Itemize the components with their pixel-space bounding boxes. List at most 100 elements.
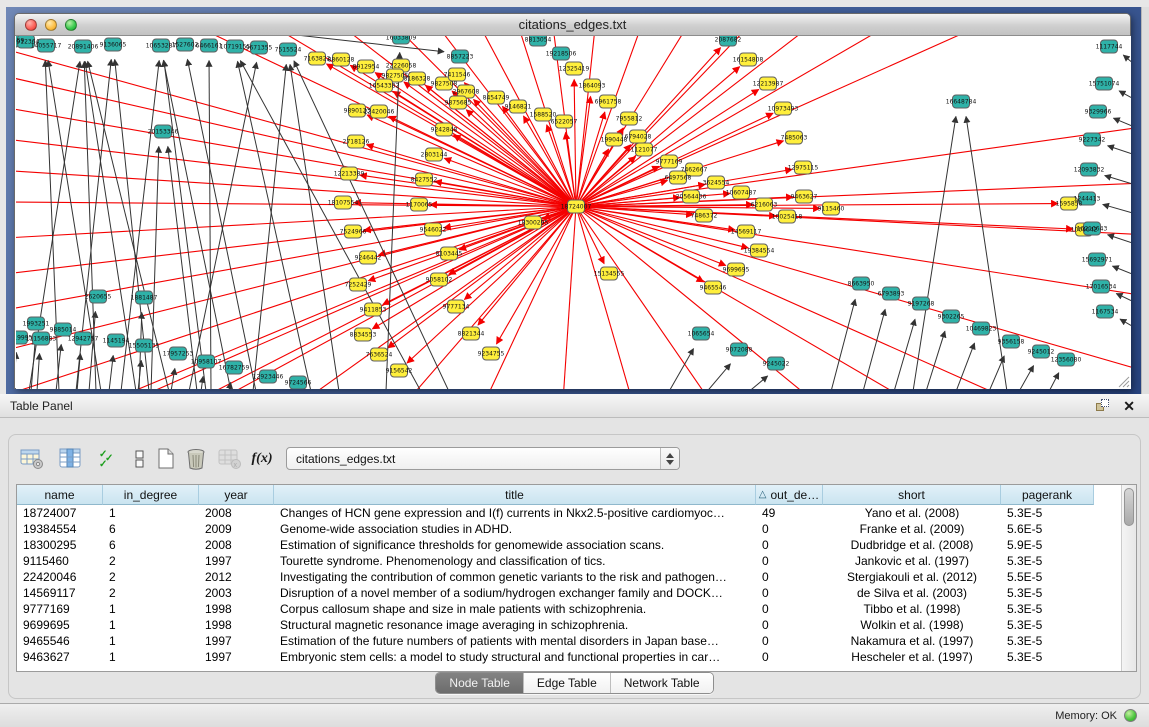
- table-header-row[interactable]: namein_degreeyeartitle△out_de…shortpager…: [17, 485, 1136, 505]
- table-cell[interactable]: 1998: [199, 601, 274, 617]
- red-edge[interactable]: [574, 79, 576, 206]
- black-edge[interactable]: [238, 61, 311, 389]
- table-cell[interactable]: 2009: [199, 521, 274, 537]
- table-row[interactable]: 2242004622012Investigating the contribut…: [17, 569, 1136, 585]
- black-edge[interactable]: [31, 338, 35, 389]
- black-edge[interactable]: [989, 356, 1004, 389]
- column-header-name[interactable]: name: [17, 485, 103, 505]
- red-edge[interactable]: [16, 167, 576, 207]
- black-edge[interactable]: [1112, 266, 1131, 273]
- network-view-window[interactable]: citations_edges.txt 16154808122139871097…: [14, 13, 1131, 389]
- column-header-year[interactable]: year: [199, 485, 274, 505]
- table-cell[interactable]: 2: [103, 553, 199, 569]
- table-cell[interactable]: 5.3E-5: [1001, 633, 1094, 649]
- table-cell[interactable]: 0: [756, 553, 823, 569]
- table-cell[interactable]: 0: [756, 617, 823, 633]
- table-cell[interactable]: Tibbo et al. (1998): [823, 601, 1001, 617]
- table-cell[interactable]: 9463627: [17, 649, 103, 665]
- table-body[interactable]: 1872400712008Changes of HCN gene express…: [17, 505, 1136, 665]
- table-cell[interactable]: 1: [103, 649, 199, 665]
- column-header-in_degree[interactable]: in_degree: [103, 485, 199, 505]
- black-edge[interactable]: [1019, 366, 1034, 389]
- column-header-out_de[interactable]: △out_de…: [756, 485, 823, 505]
- table-cell[interactable]: 5.9E-5: [1001, 537, 1094, 553]
- red-edge[interactable]: [576, 207, 1131, 237]
- table-cell[interactable]: Genome-wide association studies in ADHD.: [274, 521, 756, 537]
- table-cell[interactable]: 6: [103, 537, 199, 553]
- table-row[interactable]: 946554611997Estimation of the future num…: [17, 633, 1136, 649]
- table-cell[interactable]: 6: [103, 521, 199, 537]
- red-edge[interactable]: [576, 207, 731, 390]
- table-cell[interactable]: 49: [756, 505, 823, 521]
- table-cell[interactable]: 5.6E-5: [1001, 521, 1094, 537]
- table-cell[interactable]: Corpus callosum shape and size in male p…: [274, 601, 756, 617]
- black-edge[interactable]: [913, 116, 956, 389]
- table-cell[interactable]: Nakamura et al. (1997): [823, 633, 1001, 649]
- red-edge[interactable]: [576, 207, 1081, 390]
- table-settings-icon[interactable]: [18, 446, 46, 472]
- table-cell[interactable]: Disruption of a novel member of a sodium…: [274, 585, 756, 601]
- table-cell[interactable]: Dudbridge et al. (2008): [823, 537, 1001, 553]
- table-cell[interactable]: 5.3E-5: [1001, 505, 1094, 521]
- table-cell[interactable]: 5.3E-5: [1001, 553, 1094, 569]
- tab-network-table[interactable]: Network Table: [610, 673, 713, 693]
- table-cell[interactable]: 0: [756, 649, 823, 665]
- table-cell[interactable]: Wolkin et al. (1998): [823, 617, 1001, 633]
- table-cell[interactable]: Jankovic et al. (1997): [823, 553, 1001, 569]
- table-tabs[interactable]: Node TableEdge TableNetwork Table: [435, 672, 713, 694]
- tab-node-table[interactable]: Node Table: [436, 673, 523, 693]
- table-cell[interactable]: Franke et al. (2009): [823, 521, 1001, 537]
- table-cell[interactable]: 1: [103, 617, 199, 633]
- right-splitter-strip[interactable]: [1141, 7, 1149, 394]
- table-row[interactable]: 1830029562008Estimation of significance …: [17, 537, 1136, 553]
- table-cell[interactable]: 0: [756, 537, 823, 553]
- close-panel-icon[interactable]: ✕: [1123, 399, 1135, 413]
- black-edge[interactable]: [1116, 294, 1131, 301]
- table-cell[interactable]: 19384554: [17, 521, 103, 537]
- table-cell[interactable]: 0: [756, 585, 823, 601]
- row-check-icon[interactable]: ✓✓✓: [94, 446, 122, 472]
- table-cell[interactable]: 1: [103, 601, 199, 617]
- red-edge[interactable]: [16, 207, 576, 367]
- table-cell[interactable]: 0: [756, 633, 823, 649]
- black-edge[interactable]: [164, 60, 206, 389]
- red-edge[interactable]: [576, 96, 591, 206]
- red-edge[interactable]: [576, 207, 851, 390]
- black-edge[interactable]: [1103, 204, 1131, 212]
- black-edge[interactable]: [894, 319, 915, 389]
- table-cell[interactable]: Embryonic stem cells: a model to study s…: [274, 649, 756, 665]
- table-cell[interactable]: 9465546: [17, 633, 103, 649]
- column-header-short[interactable]: short: [823, 485, 1001, 505]
- black-edge[interactable]: [926, 331, 945, 389]
- table-row[interactable]: 1872400712008Changes of HCN gene express…: [17, 505, 1136, 521]
- resize-grip-icon[interactable]: [1116, 374, 1130, 388]
- node-table[interactable]: namein_degreeyeartitle△out_de…shortpager…: [16, 484, 1137, 672]
- table-row[interactable]: 911546021997Tourette syndrome. Phenomeno…: [17, 553, 1136, 569]
- table-cell[interactable]: 9115460: [17, 553, 103, 569]
- red-edge[interactable]: [388, 207, 576, 348]
- table-cell[interactable]: 1997: [199, 649, 274, 665]
- table-cell[interactable]: Estimation of significance thresholds fo…: [274, 537, 756, 553]
- table-cell[interactable]: 18300295: [17, 537, 103, 553]
- table-cell[interactable]: 2003: [199, 585, 274, 601]
- black-edge[interactable]: [151, 146, 159, 389]
- rows-icon[interactable]: [126, 446, 154, 472]
- table-cell[interactable]: 1: [103, 633, 199, 649]
- table-cell[interactable]: Investigating the contribution of common…: [274, 569, 756, 585]
- black-edge[interactable]: [209, 60, 211, 389]
- float-panel-icon[interactable]: [1096, 399, 1109, 412]
- table-cell[interactable]: 0: [756, 601, 823, 617]
- table-row[interactable]: 977716911998Corpus callosum shape and si…: [17, 601, 1136, 617]
- table-cell[interactable]: 22420046: [17, 569, 103, 585]
- table-row[interactable]: 946362711997Embryonic stem cells: a mode…: [17, 649, 1136, 665]
- table-cell[interactable]: 5.3E-5: [1001, 617, 1094, 633]
- citation-graph[interactable]: 1615480812213987109734937485063129751159…: [16, 36, 1131, 389]
- red-edge[interactable]: [367, 115, 576, 207]
- red-edge[interactable]: [576, 36, 1101, 207]
- column-header-pagerank[interactable]: pagerank: [1001, 485, 1094, 505]
- column-select-icon[interactable]: [56, 446, 84, 472]
- black-edge[interactable]: [1049, 373, 1059, 389]
- black-edge[interactable]: [863, 309, 885, 389]
- table-cell[interactable]: 2012: [199, 569, 274, 585]
- black-edge[interactable]: [1123, 55, 1131, 61]
